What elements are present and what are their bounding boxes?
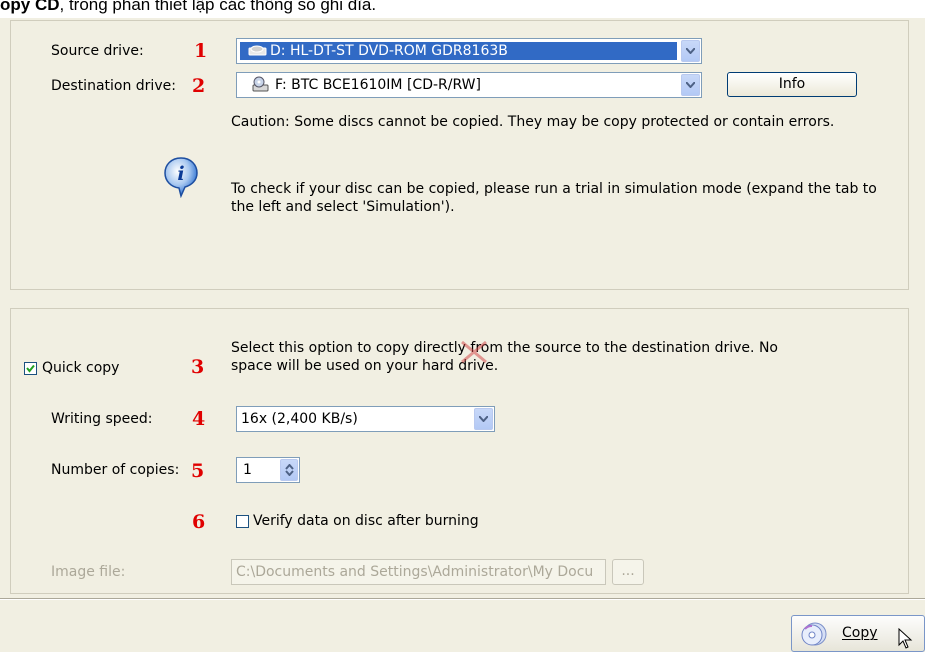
- source-drive-value: D: HL-DT-ST DVD-ROM GDR8163B: [270, 43, 508, 59]
- marker-3: 3: [191, 356, 205, 378]
- writing-speed-label: Writing speed:: [51, 411, 153, 427]
- chevron-down-icon[interactable]: [681, 74, 700, 96]
- image-file-value: C:\Documents and Settings\Administrator\…: [236, 564, 594, 580]
- marker-4: 4: [192, 408, 206, 430]
- mouse-cursor-icon: [898, 628, 913, 649]
- disc-copy-icon: [801, 622, 827, 646]
- info-icon: i: [164, 157, 198, 198]
- copy-button[interactable]: Copy: [791, 615, 925, 652]
- dvd-drive-icon: [248, 45, 267, 56]
- copies-stepper[interactable]: 1: [236, 457, 300, 483]
- writing-speed-select[interactable]: 16x (2,400 KB/s): [236, 406, 495, 432]
- destination-drive-label: Destination drive:: [51, 78, 176, 94]
- destination-drive-select[interactable]: F: BTC BCE1610IM [CD-R/RW]: [236, 72, 702, 98]
- chevron-down-icon[interactable]: [474, 408, 493, 430]
- svg-text:i: i: [177, 163, 184, 185]
- copies-value: 1: [243, 462, 252, 478]
- browse-button[interactable]: ...: [612, 559, 644, 585]
- caption-bold: opy CD: [0, 0, 60, 14]
- caution-text: Caution: Some discs cannot be copied. Th…: [231, 114, 835, 130]
- watermark-mark: [461, 340, 487, 364]
- quick-copy-label[interactable]: Quick copy: [42, 360, 119, 376]
- marker-6: 6: [192, 511, 206, 533]
- marker-2: 2: [192, 75, 206, 97]
- caption-rest: , trong phần thiết lập các thông số ghi …: [59, 0, 377, 14]
- copies-label: Number of copies:: [51, 462, 180, 478]
- verify-checkbox[interactable]: [236, 515, 249, 528]
- checkmark-icon: [26, 364, 35, 373]
- copy-cd-dialog: Source drive: 1 D: HL-DT-ST DVD-ROM GDR8…: [0, 18, 925, 652]
- source-drive-select[interactable]: D: HL-DT-ST DVD-ROM GDR8163B: [236, 38, 702, 64]
- spin-updown-icon[interactable]: [280, 459, 298, 481]
- marker-1: 1: [194, 40, 208, 62]
- copy-button-label: Copy: [842, 625, 878, 641]
- drives-panel: Source drive: 1 D: HL-DT-ST DVD-ROM GDR8…: [10, 20, 909, 290]
- check-line-2: the left and select 'Simulation').: [231, 199, 455, 215]
- check-line-1: To check if your disc can be copied, ple…: [231, 181, 877, 197]
- image-file-input[interactable]: C:\Documents and Settings\Administrator\…: [231, 559, 606, 585]
- cd-writer-icon: [252, 76, 269, 92]
- marker-5: 5: [191, 460, 205, 482]
- options-panel: Select this option to copy directly from…: [10, 308, 909, 594]
- destination-drive-value: F: BTC BCE1610IM [CD-R/RW]: [275, 77, 481, 93]
- image-file-label: Image file:: [51, 564, 126, 580]
- quick-copy-desc-1: Select this option to copy directly from…: [231, 340, 778, 356]
- writing-speed-value: 16x (2,400 KB/s): [241, 411, 358, 427]
- info-button[interactable]: Info: [727, 72, 857, 97]
- verify-label[interactable]: Verify data on disc after burning: [253, 513, 479, 529]
- caption-text: opy CD, trong phần thiết lập các thông s…: [0, 0, 925, 18]
- source-drive-label: Source drive:: [51, 43, 144, 59]
- check-disc-text: To check if your disc can be copied, ple…: [231, 180, 891, 216]
- quick-copy-checkbox[interactable]: [24, 362, 37, 375]
- chevron-down-icon[interactable]: [681, 40, 700, 62]
- quick-copy-description: Select this option to copy directly from…: [231, 339, 778, 375]
